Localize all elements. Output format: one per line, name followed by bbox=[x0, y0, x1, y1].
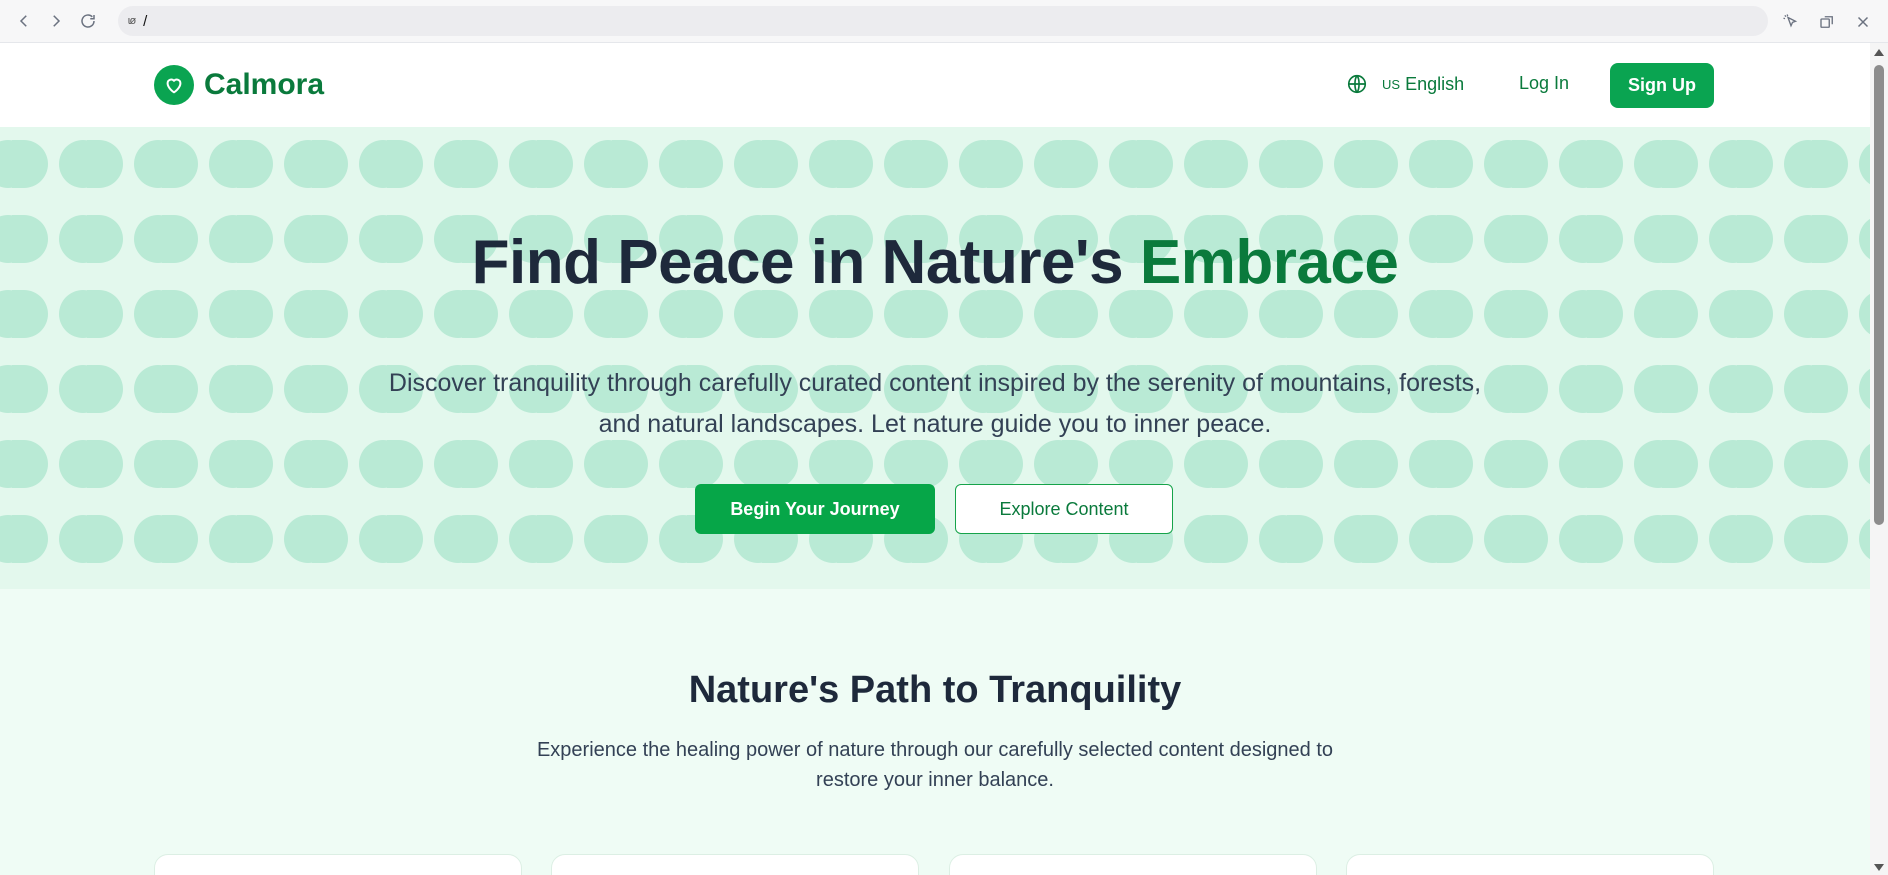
scroll-up-icon[interactable] bbox=[1874, 49, 1884, 56]
browser-toolbar: ɩø / bbox=[0, 0, 1888, 43]
scroll-down-icon[interactable] bbox=[1874, 864, 1884, 871]
forward-icon[interactable] bbox=[40, 5, 72, 37]
section-subtitle: Experience the healing power of nature t… bbox=[536, 739, 1334, 791]
heart-icon bbox=[154, 65, 194, 105]
back-icon[interactable] bbox=[8, 5, 40, 37]
explore-content-button[interactable]: Explore Content bbox=[955, 484, 1173, 534]
flag-icon: US bbox=[1382, 76, 1401, 92]
feature-card[interactable] bbox=[551, 854, 919, 875]
split-view-icon[interactable] bbox=[1810, 6, 1844, 38]
scrollbar-thumb[interactable] bbox=[1874, 65, 1884, 525]
site-info-icon[interactable]: ɩø bbox=[128, 15, 136, 27]
hero-subtitle: Discover tranquility through carefully c… bbox=[388, 369, 1482, 438]
close-icon[interactable] bbox=[1846, 6, 1880, 38]
brand-logo[interactable]: Calmora bbox=[154, 65, 324, 105]
feature-card[interactable] bbox=[1346, 854, 1714, 875]
page-viewport: Calmora US English Log In Sign Up Find P bbox=[0, 43, 1870, 875]
login-link[interactable]: Log In bbox=[1519, 73, 1569, 94]
section-title: Nature's Path to Tranquility bbox=[688, 669, 1182, 711]
hero-title: Find Peace in Nature's Embrace bbox=[0, 227, 1870, 298]
site-header: Calmora US English Log In Sign Up bbox=[0, 43, 1870, 127]
leaf-pattern-background bbox=[0, 127, 1870, 589]
address-bar[interactable]: ɩø / bbox=[118, 6, 1768, 36]
language-label: English bbox=[1405, 73, 1465, 94]
hero-title-main: Find Peace in Nature's bbox=[471, 228, 1140, 297]
globe-icon bbox=[1347, 74, 1367, 94]
hero-title-accent: Embrace bbox=[1139, 228, 1399, 297]
signup-button[interactable]: Sign Up bbox=[1610, 63, 1714, 108]
language-selector[interactable]: US English bbox=[1346, 73, 1464, 95]
address-text: / bbox=[143, 12, 148, 30]
page-scrollbar[interactable] bbox=[1870, 43, 1888, 875]
feature-card[interactable] bbox=[154, 854, 522, 875]
reload-icon[interactable] bbox=[72, 5, 104, 37]
cursor-select-icon[interactable] bbox=[1774, 6, 1808, 38]
begin-journey-button[interactable]: Begin Your Journey bbox=[695, 484, 935, 534]
feature-card[interactable] bbox=[949, 854, 1317, 875]
brand-name: Calmora bbox=[204, 68, 325, 101]
hero-section: Find Peace in Nature's Embrace Discover … bbox=[0, 127, 1870, 589]
